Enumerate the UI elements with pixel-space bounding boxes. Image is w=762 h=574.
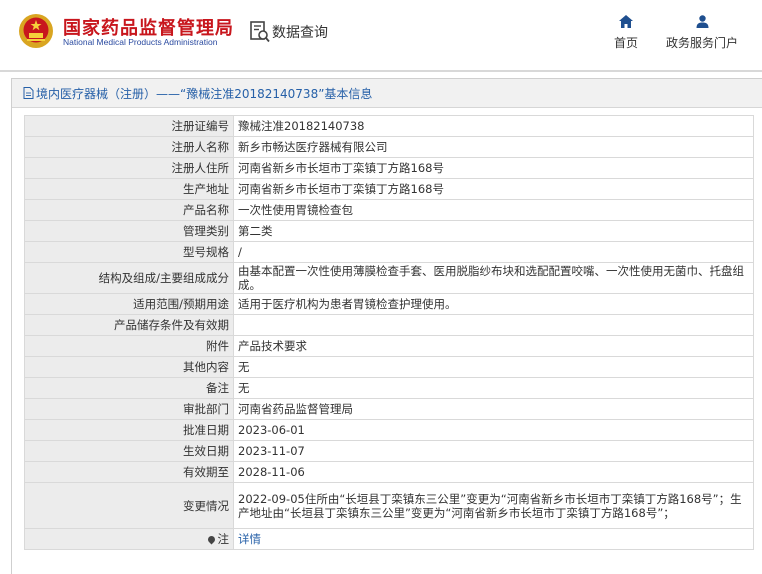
national-emblem-icon <box>19 14 53 48</box>
row-value: 2028-11-06 <box>233 461 754 483</box>
table-row: 备注无 <box>24 377 754 399</box>
row-label: 结构及组成/主要组成成分 <box>24 262 234 294</box>
info-table: 注册证编号 豫械注准20182140738 注册人名称 新乡市畅达医疗器械有限公司 … <box>24 115 754 550</box>
row-label: 批准日期 <box>24 419 234 441</box>
row-value: / <box>233 241 754 263</box>
home-icon <box>619 15 633 28</box>
row-label: 适用范围/预期用途 <box>24 293 234 315</box>
row-value: 无 <box>233 377 754 399</box>
table-row: 变更情况 2022-09-05住所由“长垣县丁栾镇东三公里”变更为“河南省新乡市长… <box>24 482 754 529</box>
table-row: 生产地址 河南省新乡市长垣市丁栾镇丁方路168号 <box>24 178 754 200</box>
nav-service-label: 政务服务门户 <box>665 36 738 50</box>
row-label: 附件 <box>24 335 234 357</box>
row-value-note: 详情 <box>233 528 754 550</box>
nav-home-label: 首页 <box>613 36 638 50</box>
data-query-icon <box>250 21 270 43</box>
row-label: 管理类别 <box>24 220 234 242</box>
row-label: 变更情况 <box>24 482 234 529</box>
table-row: 注 详情 <box>24 528 754 550</box>
site-subtitle: National Medical Products Administration <box>63 37 218 47</box>
row-label: 型号规格 <box>24 241 234 263</box>
table-row: 管理类别 第二类 <box>24 220 754 242</box>
site-header: 国家药品监督管理局 National Medical Products Admi… <box>0 0 762 70</box>
pin-icon <box>206 534 216 545</box>
row-value: 第二类 <box>233 220 754 242</box>
table-row: 适用范围/预期用途 适用于医疗机构为患者胃镜检查护理使用。 <box>24 293 754 315</box>
nav-home[interactable]: 首页 <box>612 15 640 51</box>
row-label: 审批部门 <box>24 398 234 420</box>
row-value: 无 <box>233 356 754 378</box>
row-label: 生效日期 <box>24 440 234 462</box>
row-value: 河南省新乡市长垣市丁栾镇丁方路168号 <box>233 157 754 179</box>
table-row: 注册证编号 豫械注准20182140738 <box>24 115 754 137</box>
table-row: 结构及组成/主要组成成分 由基本配置一次性使用薄膜检查手套、医用脱脂纱布块和选配配… <box>24 262 754 294</box>
table-row: 生效日期 2023-11-07 <box>24 440 754 462</box>
row-value: 河南省药品监督管理局 <box>233 398 754 420</box>
table-row: 产品名称 一次性使用胃镜检查包 <box>24 199 754 221</box>
row-label: 生产地址 <box>24 178 234 200</box>
row-value: 一次性使用胃镜检查包 <box>233 199 754 221</box>
header-divider <box>0 70 762 72</box>
row-label: 其他内容 <box>24 356 234 378</box>
document-icon <box>23 87 34 99</box>
row-label: 有效期至 <box>24 461 234 483</box>
row-value: 产品技术要求 <box>233 335 754 357</box>
row-label: 注册人住所 <box>24 157 234 179</box>
row-label: 备注 <box>24 377 234 399</box>
row-value: 适用于医疗机构为患者胃镜检查护理使用。 <box>233 293 754 315</box>
table-row: 注册人住所 河南省新乡市长垣市丁栾镇丁方路168号 <box>24 157 754 179</box>
row-value <box>233 314 754 336</box>
panel-title: 境内医疗器械（注册）——“豫械注准20182140738”基本信息 <box>36 86 373 101</box>
table-row: 有效期至 2028-11-06 <box>24 461 754 483</box>
row-value: 2023-06-01 <box>233 419 754 441</box>
note-label: 注 <box>217 532 230 546</box>
row-value: 2022-09-05住所由“长垣县丁栾镇东三公里”变更为“河南省新乡市长垣市丁栾… <box>233 482 754 529</box>
data-query-label: 数据查询 <box>272 25 328 41</box>
row-value: 新乡市畅达医疗器械有限公司 <box>233 136 754 158</box>
table-row: 注册人名称 新乡市畅达医疗器械有限公司 <box>24 136 754 158</box>
row-label: 产品储存条件及有效期 <box>24 314 234 336</box>
row-value: 2023-11-07 <box>233 440 754 462</box>
row-label-note: 注 <box>24 528 234 550</box>
detail-panel: 境内医疗器械（注册）——“豫械注准20182140738”基本信息 注册证编号豫… <box>11 78 762 574</box>
table-row: 产品储存条件及有效期 <box>24 314 754 336</box>
table-row: 附件 产品技术要求 <box>24 335 754 357</box>
data-query-link[interactable]: 数据查询 <box>250 21 328 43</box>
nav-service-portal[interactable]: 政务服务门户 <box>662 15 742 51</box>
row-label: 注册证编号 <box>24 115 234 137</box>
row-label: 产品名称 <box>24 199 234 221</box>
table-row: 审批部门 河南省药品监督管理局 <box>24 398 754 420</box>
table-row: 批准日期 2023-06-01 <box>24 419 754 441</box>
table-row: 型号规格 / <box>24 241 754 263</box>
row-value: 河南省新乡市长垣市丁栾镇丁方路168号 <box>233 178 754 200</box>
panel-header: 境内医疗器械（注册）——“豫械注准20182140738”基本信息 <box>12 79 762 108</box>
table-row: 其他内容无 <box>24 356 754 378</box>
user-icon <box>696 15 708 28</box>
row-value: 豫械注准20182140738 <box>233 115 754 137</box>
row-value: 由基本配置一次性使用薄膜检查手套、医用脱脂纱布块和选配配置咬嘴、一次性使用无菌巾… <box>233 262 754 294</box>
row-label: 注册人名称 <box>24 136 234 158</box>
details-link[interactable]: 详情 <box>238 532 261 546</box>
